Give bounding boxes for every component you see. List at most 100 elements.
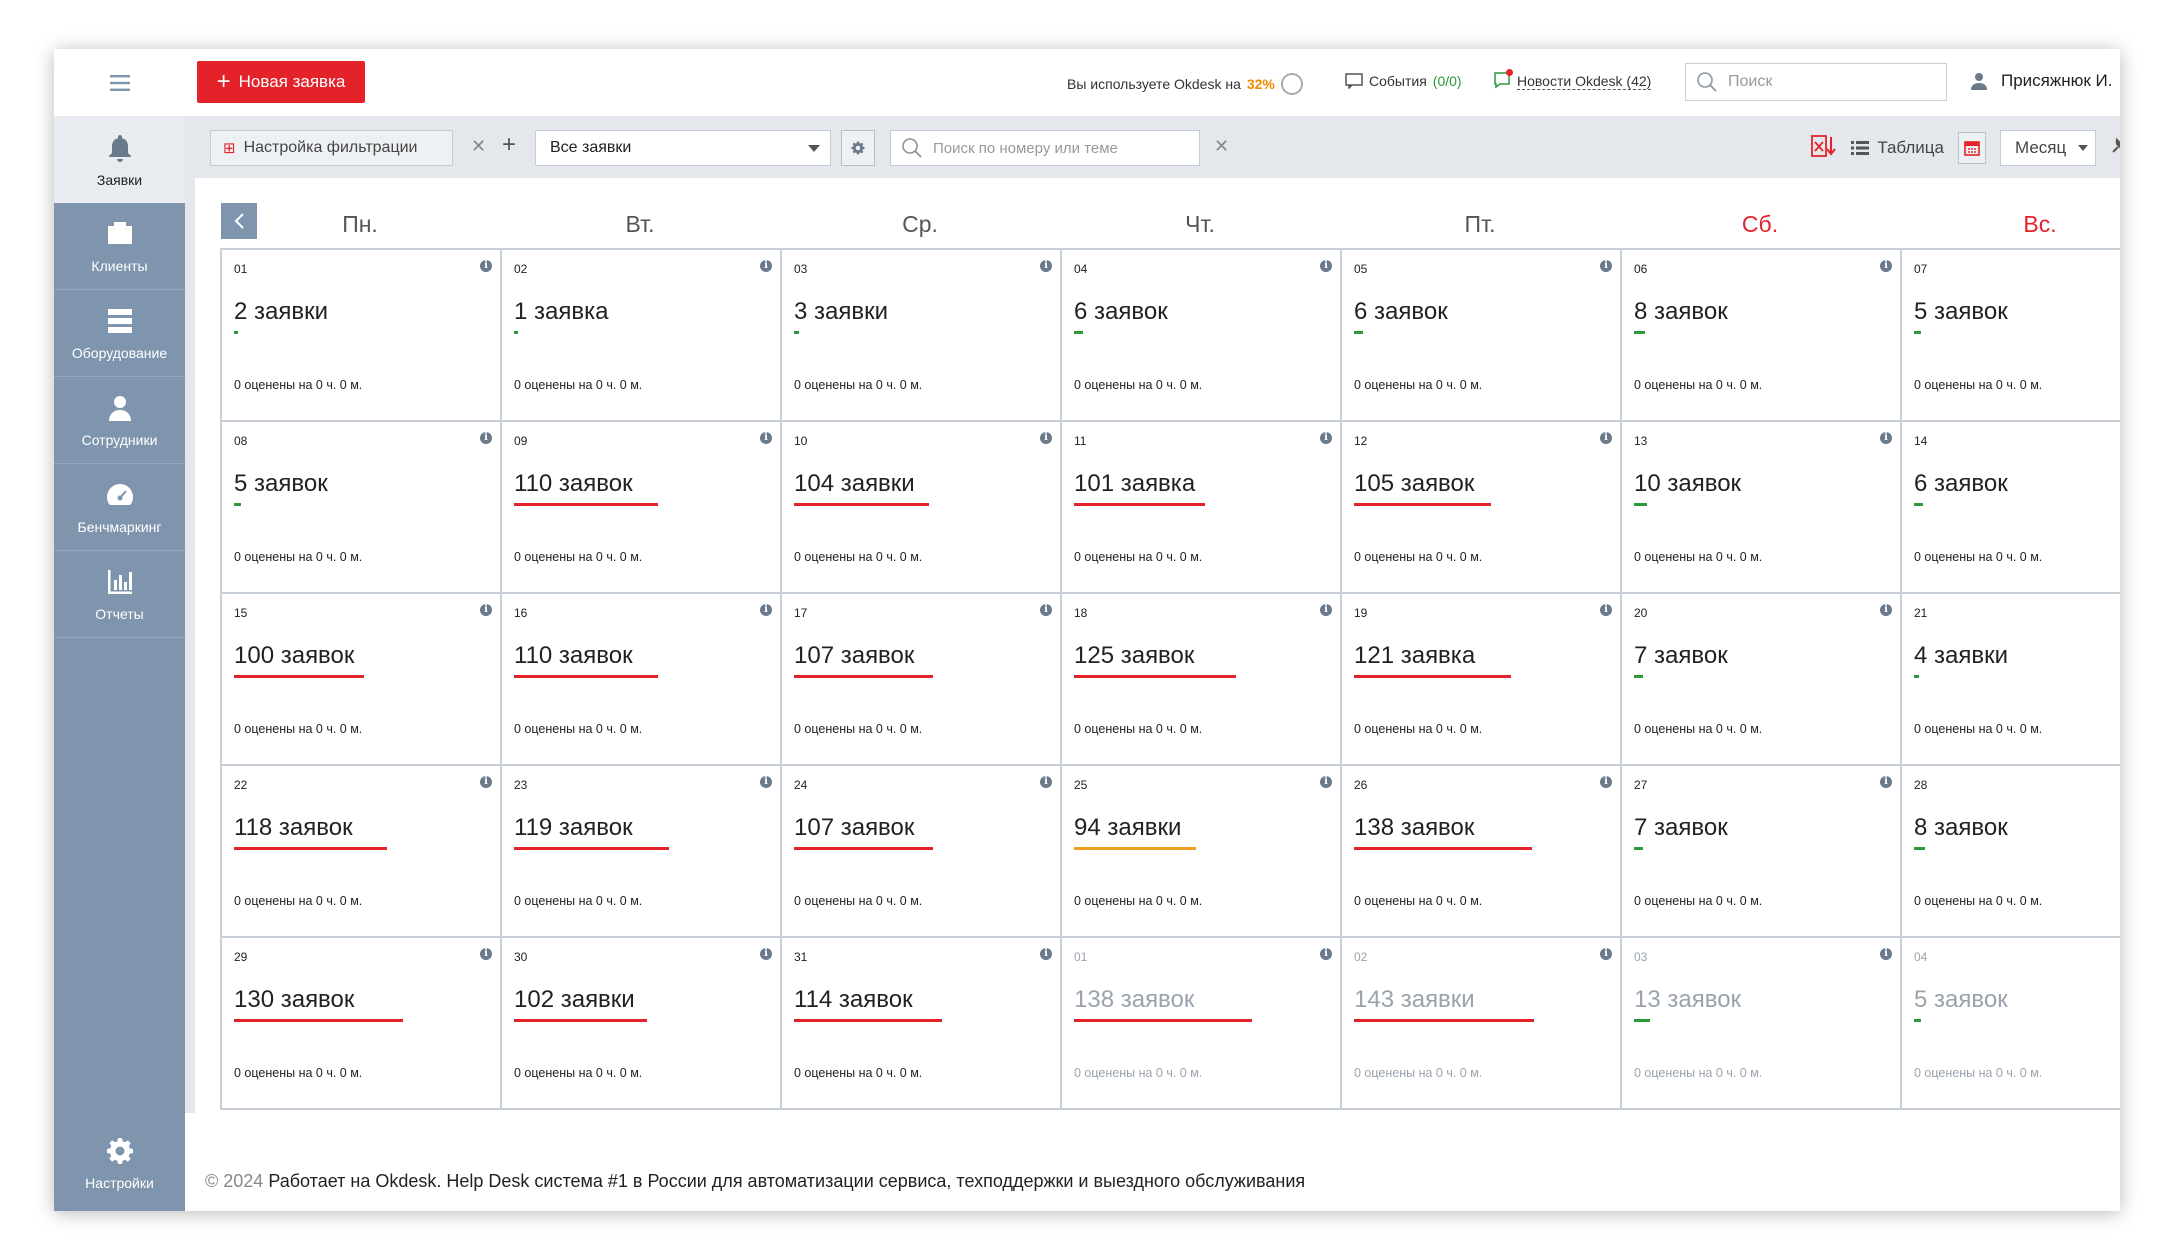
issue-count-link[interactable]: 5 заявок	[1914, 298, 2008, 326]
sidebar-item-clients[interactable]: Клиенты	[54, 203, 185, 290]
issue-count-link[interactable]: 110 заявок	[514, 470, 633, 498]
clear-search-icon[interactable]: ✕	[1214, 136, 1229, 157]
events-link[interactable]: События (0/0)	[1345, 73, 1462, 89]
calendar-day-cell[interactable]: 29 i 130 заявок 0 оценены на 0 ч. 0 м.	[220, 938, 500, 1110]
info-icon[interactable]: i	[1880, 260, 1892, 272]
calendar-view-button[interactable]	[1958, 132, 1986, 164]
issue-count-link[interactable]: 6 заявок	[1914, 470, 2008, 498]
issue-count-link[interactable]: 94 заявки	[1074, 814, 1181, 842]
calendar-day-cell[interactable]: 30 i 102 заявки 0 оценены на 0 ч. 0 м.	[500, 938, 780, 1110]
clear-filter-icon[interactable]: ✕	[471, 136, 486, 157]
view-select[interactable]: Все заявки	[535, 130, 831, 166]
calendar-day-cell[interactable]: 05 i 6 заявок 0 оценены на 0 ч. 0 м.	[1340, 250, 1620, 422]
issue-count-link[interactable]: 130 заявок	[234, 986, 354, 1014]
news-link[interactable]: Новости Okdesk (42)	[1493, 69, 1652, 92]
user-menu[interactable]: Присяжнюк И.	[1971, 71, 2113, 91]
issue-count-link[interactable]: 105 заявок	[1354, 470, 1474, 498]
issue-count-link[interactable]: 118 заявок	[234, 814, 353, 842]
issue-count-link[interactable]: 5 заявок	[1914, 986, 2008, 1014]
calendar-day-cell[interactable]: 27 i 7 заявок 0 оценены на 0 ч. 0 м.	[1620, 766, 1900, 938]
issue-count-link[interactable]: 3 заявки	[794, 298, 888, 326]
issue-count-link[interactable]: 6 заявок	[1354, 298, 1448, 326]
issue-count-link[interactable]: 7 заявок	[1634, 642, 1728, 670]
info-icon[interactable]: i	[1600, 260, 1612, 272]
calendar-day-cell[interactable]: 21i4 заявки0 оценены на 0 ч. 0 м.	[1900, 594, 2120, 766]
info-icon[interactable]: i	[1040, 260, 1052, 272]
sidebar-item-issues[interactable]: Заявки	[54, 116, 185, 203]
usage-indicator[interactable]: Вы используете Okdesk на 32%	[1067, 73, 1303, 95]
calendar-day-cell[interactable]: 07i5 заявок0 оценены на 0 ч. 0 м.	[1900, 250, 2120, 422]
info-icon[interactable]: i	[1320, 432, 1332, 444]
calendar-day-cell[interactable]: 04i5 заявок0 оценены на 0 ч. 0 м.	[1900, 938, 2120, 1110]
info-icon[interactable]: i	[1880, 604, 1892, 616]
issue-count-link[interactable]: 8 заявок	[1634, 298, 1728, 326]
info-icon[interactable]: i	[1320, 776, 1332, 788]
info-icon[interactable]: i	[760, 260, 772, 272]
calendar-day-cell[interactable]: 03 i 13 заявок 0 оценены на 0 ч. 0 м.	[1620, 938, 1900, 1110]
issue-count-link[interactable]: 13 заявок	[1634, 986, 1741, 1014]
issue-count-link[interactable]: 114 заявок	[794, 986, 913, 1014]
issue-count-link[interactable]: 138 заявок	[1074, 986, 1194, 1014]
add-filter-icon[interactable]: +	[502, 131, 516, 159]
calendar-day-cell[interactable]: 23 i 119 заявок 0 оценены на 0 ч. 0 м.	[500, 766, 780, 938]
info-icon[interactable]: i	[1040, 776, 1052, 788]
issue-count-link[interactable]: 107 заявок	[794, 642, 914, 670]
global-search-input[interactable]: Поиск	[1685, 63, 1947, 101]
calendar-day-cell[interactable]: 01 i 138 заявок 0 оценены на 0 ч. 0 м.	[1060, 938, 1340, 1110]
issue-count-link[interactable]: 100 заявок	[234, 642, 354, 670]
calendar-day-cell[interactable]: 22 i 118 заявок 0 оценены на 0 ч. 0 м.	[220, 766, 500, 938]
calendar-day-cell[interactable]: 20 i 7 заявок 0 оценены на 0 ч. 0 м.	[1620, 594, 1900, 766]
calendar-day-cell[interactable]: 04 i 6 заявок 0 оценены на 0 ч. 0 м.	[1060, 250, 1340, 422]
issue-count-link[interactable]: 4 заявки	[1914, 642, 2008, 670]
info-icon[interactable]: i	[1040, 604, 1052, 616]
info-icon[interactable]: i	[760, 776, 772, 788]
calendar-day-cell[interactable]: 01 i 2 заявки 0 оценены на 0 ч. 0 м.	[220, 250, 500, 422]
view-settings-button[interactable]	[841, 130, 875, 166]
sidebar-item-benchmarking[interactable]: Бенчмаркинг	[54, 464, 185, 551]
calendar-day-cell[interactable]: 08 i 5 заявок 0 оценены на 0 ч. 0 м.	[220, 422, 500, 594]
pin-icon[interactable]	[2110, 137, 2120, 160]
table-view-button[interactable]: Таблица	[1851, 138, 1944, 158]
issue-count-link[interactable]: 119 заявок	[514, 814, 633, 842]
period-select[interactable]: Месяц	[2000, 130, 2096, 166]
info-icon[interactable]: i	[760, 604, 772, 616]
issue-count-link[interactable]: 110 заявок	[514, 642, 633, 670]
calendar-day-cell[interactable]: 03 i 3 заявки 0 оценены на 0 ч. 0 м.	[780, 250, 1060, 422]
filter-setup-button[interactable]: ⊞ Настройка фильтрации	[210, 130, 453, 166]
info-icon[interactable]: i	[480, 948, 492, 960]
sidebar-item-employees[interactable]: Сотрудники	[54, 377, 185, 464]
issue-count-link[interactable]: 8 заявок	[1914, 814, 2008, 842]
info-icon[interactable]: i	[1600, 432, 1612, 444]
info-icon[interactable]: i	[1880, 948, 1892, 960]
info-icon[interactable]: i	[480, 260, 492, 272]
calendar-day-cell[interactable]: 18 i 125 заявок 0 оценены на 0 ч. 0 м.	[1060, 594, 1340, 766]
issue-count-link[interactable]: 1 заявка	[514, 298, 609, 326]
issue-count-link[interactable]: 107 заявок	[794, 814, 914, 842]
issue-count-link[interactable]: 125 заявок	[1074, 642, 1194, 670]
sidebar-item-reports[interactable]: Отчеты	[54, 551, 185, 638]
sidebar-item-settings[interactable]: Настройки	[54, 1119, 185, 1206]
calendar-day-cell[interactable]: 16 i 110 заявок 0 оценены на 0 ч. 0 м.	[500, 594, 780, 766]
issue-count-link[interactable]: 6 заявок	[1074, 298, 1168, 326]
info-icon[interactable]: i	[760, 432, 772, 444]
sidebar-item-equipment[interactable]: Оборудование	[54, 290, 185, 377]
info-icon[interactable]: i	[760, 948, 772, 960]
calendar-day-cell[interactable]: 09 i 110 заявок 0 оценены на 0 ч. 0 м.	[500, 422, 780, 594]
info-icon[interactable]: i	[480, 604, 492, 616]
issue-count-link[interactable]: 7 заявок	[1634, 814, 1728, 842]
issue-count-link[interactable]: 102 заявки	[514, 986, 635, 1014]
calendar-day-cell[interactable]: 25 i 94 заявки 0 оценены на 0 ч. 0 м.	[1060, 766, 1340, 938]
calendar-day-cell[interactable]: 24 i 107 заявок 0 оценены на 0 ч. 0 м.	[780, 766, 1060, 938]
issue-count-link[interactable]: 121 заявка	[1354, 642, 1475, 670]
info-icon[interactable]: i	[1040, 432, 1052, 444]
calendar-day-cell[interactable]: 02 i 1 заявка 0 оценены на 0 ч. 0 м.	[500, 250, 780, 422]
calendar-day-cell[interactable]: 11 i 101 заявка 0 оценены на 0 ч. 0 м.	[1060, 422, 1340, 594]
calendar-day-cell[interactable]: 13 i 10 заявок 0 оценены на 0 ч. 0 м.	[1620, 422, 1900, 594]
issue-count-link[interactable]: 104 заявки	[794, 470, 915, 498]
info-icon[interactable]: i	[1320, 260, 1332, 272]
calendar-day-cell[interactable]: 12 i 105 заявок 0 оценены на 0 ч. 0 м.	[1340, 422, 1620, 594]
info-icon[interactable]: i	[480, 432, 492, 444]
calendar-day-cell[interactable]: 02 i 143 заявки 0 оценены на 0 ч. 0 м.	[1340, 938, 1620, 1110]
issue-count-link[interactable]: 143 заявки	[1354, 986, 1475, 1014]
excel-export-icon[interactable]	[1811, 134, 1837, 163]
